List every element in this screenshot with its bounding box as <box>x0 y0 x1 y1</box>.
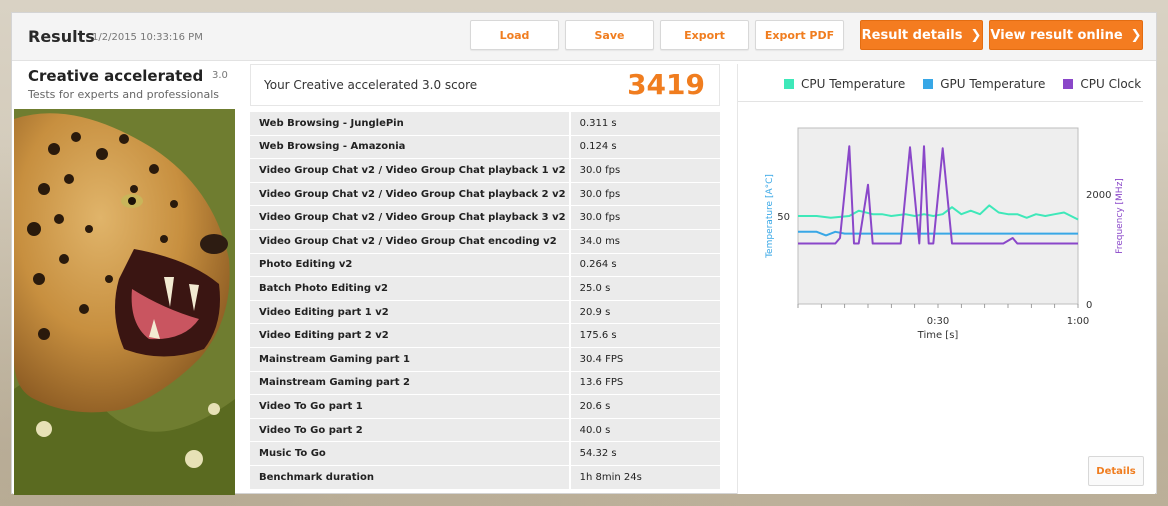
legend-label: CPU Clock <box>1080 77 1142 91</box>
result-name: Video Group Chat v2 / Video Group Chat p… <box>250 206 569 230</box>
table-row: Mainstream Gaming part 2 13.6 FPS <box>250 371 720 396</box>
monitoring-panel: CPU Temperature GPU Temperature CPU Cloc… <box>737 64 1155 494</box>
details-button[interactable]: Details <box>1088 456 1144 486</box>
result-name: Video Group Chat v2 / Video Group Chat p… <box>250 182 569 207</box>
results-window: Results 1/2/2015 10:33:16 PM Load Save E… <box>11 12 1157 495</box>
result-name: Mainstream Gaming part 2 <box>250 371 569 396</box>
y-right-axis-title: Frequency [MHz] <box>1115 178 1125 254</box>
view-online-label: View result online <box>990 27 1123 43</box>
result-value: 1h 8min 24s <box>570 465 720 490</box>
result-value: 20.9 s <box>570 300 720 325</box>
chart-legend: CPU Temperature GPU Temperature CPU Cloc… <box>784 77 1141 91</box>
y-right-tick-label: 2000 <box>1086 190 1111 201</box>
x-axis-title: Time [s] <box>917 330 959 341</box>
view-result-online-button[interactable]: View result online ❯ <box>989 20 1143 50</box>
table-row: Web Browsing - JunglePin 0.311 s <box>250 112 720 136</box>
score-label: Your Creative accelerated 3.0 score <box>264 78 478 92</box>
leopard-hero-image <box>14 109 235 495</box>
page-title: Results <box>28 27 95 46</box>
result-value: 0.264 s <box>570 253 720 278</box>
result-name: Web Browsing - Amazonia <box>250 135 569 160</box>
score-value: 3419 <box>627 68 705 101</box>
table-row: Mainstream Gaming part 1 30.4 FPS <box>250 347 720 372</box>
result-name: Web Browsing - JunglePin <box>250 112 569 136</box>
result-name: Photo Editing v2 <box>250 253 569 278</box>
result-value: 20.6 s <box>570 395 720 419</box>
result-value: 0.124 s <box>570 135 720 160</box>
table-row: Video Group Chat v2 / Video Group Chat e… <box>250 229 720 254</box>
result-name: Batch Photo Editing v2 <box>250 277 569 301</box>
legend-divider <box>738 101 1143 102</box>
result-value: 175.6 s <box>570 324 720 348</box>
result-details-button[interactable]: Result details ❯ <box>860 20 983 50</box>
legend-label: CPU Temperature <box>801 77 906 91</box>
result-name: Video To Go part 1 <box>250 395 569 419</box>
table-row: Video Editing part 2 v2 175.6 s <box>250 324 720 348</box>
result-name: Benchmark duration <box>250 465 569 490</box>
table-row: Music To Go 54.32 s <box>250 442 720 466</box>
table-row: Web Browsing - Amazonia 0.124 s <box>250 135 720 160</box>
save-button[interactable]: Save <box>565 20 654 50</box>
results-table: Web Browsing - JunglePin 0.311 s Web Brow… <box>250 112 720 490</box>
y-left-tick-label: 50 <box>777 212 790 223</box>
test-version: 3.0 <box>212 70 228 81</box>
result-name: Video Group Chat v2 / Video Group Chat e… <box>250 229 569 254</box>
table-row: Video Group Chat v2 / Video Group Chat p… <box>250 182 720 207</box>
table-row: Video Group Chat v2 / Video Group Chat p… <box>250 159 720 183</box>
y-left-axis-title: Temperature [A°C] <box>765 174 775 259</box>
result-value: 30.4 FPS <box>570 347 720 372</box>
legend-swatch <box>1063 79 1074 89</box>
table-row: Photo Editing v2 0.264 s <box>250 253 720 278</box>
chevron-right-icon: ❯ <box>970 27 982 43</box>
result-value: 54.32 s <box>570 442 720 466</box>
result-name: Video Editing part 1 v2 <box>250 300 569 325</box>
x-tick-label: 1:00 <box>1067 316 1089 327</box>
result-value: 30.0 fps <box>570 182 720 207</box>
legend-swatch <box>784 79 794 89</box>
result-name: Video Group Chat v2 / Video Group Chat p… <box>250 159 569 183</box>
score-card: Your Creative accelerated 3.0 score 3419 <box>250 64 720 106</box>
test-name: Creative accelerated <box>28 67 204 85</box>
result-value: 30.0 fps <box>570 159 720 183</box>
score-panel: Your Creative accelerated 3.0 score 3419… <box>250 64 722 494</box>
result-details-label: Result details <box>861 27 963 43</box>
test-info-panel: Creative accelerated 3.0 Tests for exper… <box>13 64 235 495</box>
table-row: Batch Photo Editing v2 25.0 s <box>250 277 720 301</box>
table-row: Video To Go part 2 40.0 s <box>250 418 720 443</box>
result-name: Video Editing part 2 v2 <box>250 324 569 348</box>
result-value: 13.6 FPS <box>570 371 720 396</box>
result-name: Video To Go part 2 <box>250 418 569 443</box>
x-tick-label: 0:30 <box>927 316 949 327</box>
test-description: Tests for experts and professionals <box>28 88 219 101</box>
result-name: Music To Go <box>250 442 569 466</box>
chevron-right-icon: ❯ <box>1130 27 1142 43</box>
results-header: Results 1/2/2015 10:33:16 PM Load Save E… <box>12 13 1156 61</box>
load-button[interactable]: Load <box>470 20 559 50</box>
result-value: 30.0 fps <box>570 206 720 230</box>
legend-item-cpu-clock: CPU Clock <box>1063 77 1141 91</box>
result-value: 0.311 s <box>570 112 720 136</box>
result-name: Mainstream Gaming part 1 <box>250 347 569 372</box>
table-row: Benchmark duration 1h 8min 24s <box>250 465 720 490</box>
table-row: Video To Go part 1 20.6 s <box>250 395 720 419</box>
legend-item-gpu-temperature: GPU Temperature <box>923 77 1045 91</box>
result-value: 40.0 s <box>570 418 720 443</box>
legend-swatch <box>923 79 934 89</box>
legend-label: GPU Temperature <box>940 77 1046 91</box>
result-timestamp: 1/2/2015 10:33:16 PM <box>92 32 203 43</box>
table-row: Video Editing part 1 v2 20.9 s <box>250 300 720 325</box>
result-value: 34.0 ms <box>570 229 720 254</box>
legend-item-cpu-temperature: CPU Temperature <box>784 77 905 91</box>
y-right-tick-label: 0 <box>1086 300 1092 311</box>
export-button[interactable]: Export <box>660 20 749 50</box>
export-pdf-button[interactable]: Export PDF <box>755 20 844 50</box>
monitoring-chart: 0:30 1:00 50 2000 0 Time [s] Temperature [A°C]… <box>765 127 1125 341</box>
table-row: Video Group Chat v2 / Video Group Chat p… <box>250 206 720 230</box>
result-value: 25.0 s <box>570 277 720 301</box>
